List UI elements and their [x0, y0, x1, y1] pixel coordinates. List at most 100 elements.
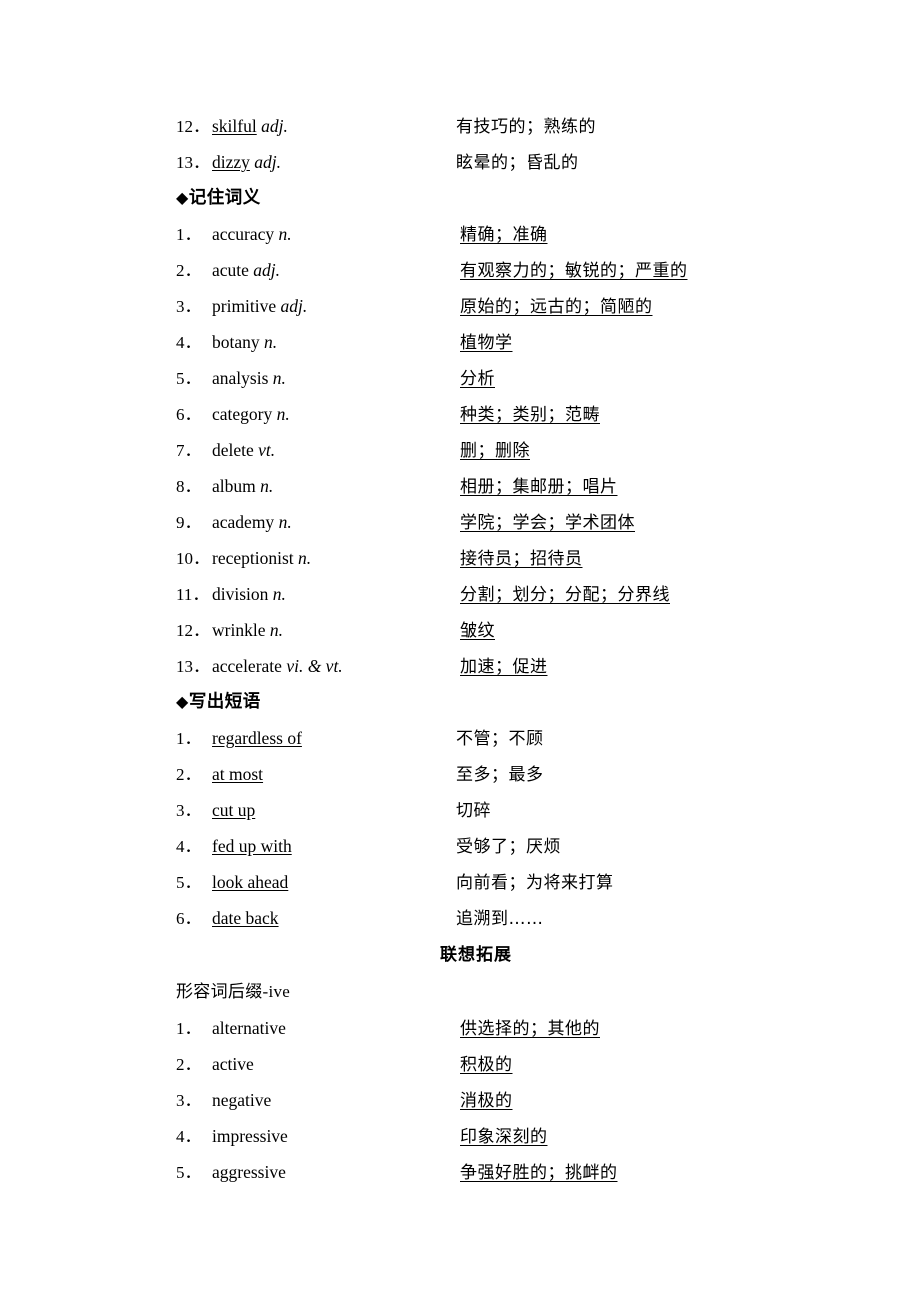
vocab-row: 3． negative 消极的 [176, 1082, 776, 1118]
vocab-meaning: 不管；不顾 [456, 729, 544, 749]
vocab-meaning: 眩晕的；昏乱的 [456, 153, 579, 173]
row-number: 12． [176, 117, 210, 136]
part-of-speech: vi. & vt. [286, 656, 343, 676]
vocab-row: 12． wrinkle n. 皱纹 [176, 612, 776, 648]
vocab-answer: 删；删除 [460, 441, 530, 461]
row-number: 2． [176, 1055, 202, 1074]
vocab-answer: 印象深刻的 [460, 1127, 548, 1147]
vocab-answer: 相册；集邮册；唱片 [460, 477, 618, 497]
vocab-term: primitive adj. [212, 288, 456, 324]
row-number: 6． [176, 909, 202, 928]
row-number: 2． [176, 765, 202, 784]
vocab-word: accuracy [212, 224, 275, 244]
vocab-term: impressive [212, 1118, 456, 1154]
row-number: 13． [176, 153, 210, 172]
row-number: 4． [176, 1127, 202, 1146]
vocab-row: 8． album n. 相册；集邮册；唱片 [176, 468, 776, 504]
vocab-term: album n. [212, 468, 456, 504]
diamond-bullet-icon: ◆ [176, 692, 189, 711]
row-number: 5． [176, 873, 202, 892]
row-number: 2． [176, 261, 202, 280]
vocab-row: 6． category n. 种类；类别；范畴 [176, 396, 776, 432]
vocab-answer: 有观察力的；敏锐的；严重的 [460, 261, 688, 281]
vocab-term: alternative [212, 1010, 456, 1046]
section-heading-label: 写出短语 [188, 692, 261, 712]
vocab-row: 1． alternative 供选择的；其他的 [176, 1010, 776, 1046]
part-of-speech: adj. [254, 152, 282, 172]
vocab-term: cut up [212, 792, 456, 828]
row-number: 3． [176, 297, 202, 316]
vocab-term: skilful adj. [212, 108, 456, 144]
vocab-row: 9． academy n. 学院；学会；学术团体 [176, 504, 776, 540]
vocab-answer: 种类；类别；范畴 [460, 405, 600, 425]
vocab-row: 2． at most 至多；最多 [176, 756, 776, 792]
row-number: 9． [176, 513, 202, 532]
row-number: 4． [176, 333, 202, 352]
vocab-term: aggressive [212, 1154, 456, 1190]
row-number: 3． [176, 1091, 202, 1110]
vocab-word: cut up [212, 800, 256, 820]
vocab-word: date back [212, 908, 279, 928]
part-of-speech: n. [264, 332, 278, 352]
row-number: 7． [176, 441, 202, 460]
row-number: 4． [176, 837, 202, 856]
section-heading-write-phrases: ◆写出短语 [176, 684, 776, 720]
vocab-meaning: 切碎 [456, 801, 491, 821]
vocab-word: active [212, 1054, 254, 1074]
vocab-row: 4． botany n. 植物学 [176, 324, 776, 360]
vocab-term: division n. [212, 576, 456, 612]
document-content: 12． skilful adj. 有技巧的；熟练的 13． dizzy adj. 眩晕的；… [176, 108, 776, 1190]
word-list-continued: 12． skilful adj. 有技巧的；熟练的 13． dizzy adj. 眩晕的；… [176, 108, 776, 180]
vocab-word: dizzy [212, 152, 250, 172]
vocab-term: accelerate vi. & vt. [212, 648, 456, 684]
vocab-row: 2． active 积极的 [176, 1046, 776, 1082]
vocab-term: acute adj. [212, 252, 456, 288]
vocab-word: alternative [212, 1018, 286, 1038]
vocab-answer: 加速；促进 [460, 657, 548, 677]
extension-subheading-cn: 形容词后缀 [176, 982, 263, 1002]
extension-subheading-suffix: -ive [262, 982, 291, 1001]
remember-meanings-list: 1． accuracy n. 精确；准确 2． acute adj. 有观察力的；敏锐的；… [176, 216, 776, 684]
vocab-term: delete vt. [212, 432, 456, 468]
vocab-row: 7． delete vt. 删；删除 [176, 432, 776, 468]
vocab-answer: 皱纹 [460, 621, 495, 641]
vocab-word: album [212, 476, 256, 496]
phrases-list: 1． regardless of 不管；不顾 2． at most 至多；最多 3． cut … [176, 720, 776, 936]
vocab-term: active [212, 1046, 456, 1082]
document-page: 12． skilful adj. 有技巧的；熟练的 13． dizzy adj. 眩晕的；… [0, 0, 920, 1302]
vocab-term: date back [212, 900, 456, 936]
vocab-meaning: 追溯到…… [456, 909, 544, 929]
vocab-word: fed up with [212, 836, 292, 856]
vocab-row: 3． primitive adj. 原始的；远古的；简陋的 [176, 288, 776, 324]
vocab-row: 10． receptionist n. 接待员；招待员 [176, 540, 776, 576]
vocab-word: receptionist [212, 548, 294, 568]
part-of-speech: vt. [258, 440, 276, 460]
vocab-answer: 原始的；远古的；简陋的 [460, 297, 653, 317]
vocab-meaning: 受够了；厌烦 [456, 837, 561, 857]
part-of-speech: n. [276, 404, 290, 424]
vocab-row: 1． regardless of 不管；不顾 [176, 720, 776, 756]
vocab-term: botany n. [212, 324, 456, 360]
vocab-term: analysis n. [212, 360, 456, 396]
vocab-answer: 分析 [460, 369, 495, 389]
vocab-answer: 接待员；招待员 [460, 549, 583, 569]
row-number: 8． [176, 477, 202, 496]
part-of-speech: adj. [280, 296, 308, 316]
row-number: 12． [176, 621, 210, 640]
vocab-row: 5． look ahead 向前看；为将来打算 [176, 864, 776, 900]
vocab-answer: 分割；划分；分配；分界线 [460, 585, 670, 605]
vocab-row: 11． division n. 分割；划分；分配；分界线 [176, 576, 776, 612]
row-number: 13． [176, 657, 210, 676]
vocab-word: acute [212, 260, 249, 280]
vocab-meaning: 有技巧的；熟练的 [456, 117, 596, 137]
vocab-word: skilful [212, 116, 257, 136]
vocab-meaning: 向前看；为将来打算 [456, 873, 614, 893]
vocab-answer: 供选择的；其他的 [460, 1019, 600, 1039]
vocab-row: 4． fed up with 受够了；厌烦 [176, 828, 776, 864]
vocab-word: impressive [212, 1126, 288, 1146]
vocab-word: delete [212, 440, 254, 460]
vocab-row: 12． skilful adj. 有技巧的；熟练的 [176, 108, 776, 144]
vocab-row: 13． dizzy adj. 眩晕的；昏乱的 [176, 144, 776, 180]
extension-list: 1． alternative 供选择的；其他的 2． active 积极的 3． negati… [176, 1010, 776, 1190]
part-of-speech: n. [298, 548, 312, 568]
